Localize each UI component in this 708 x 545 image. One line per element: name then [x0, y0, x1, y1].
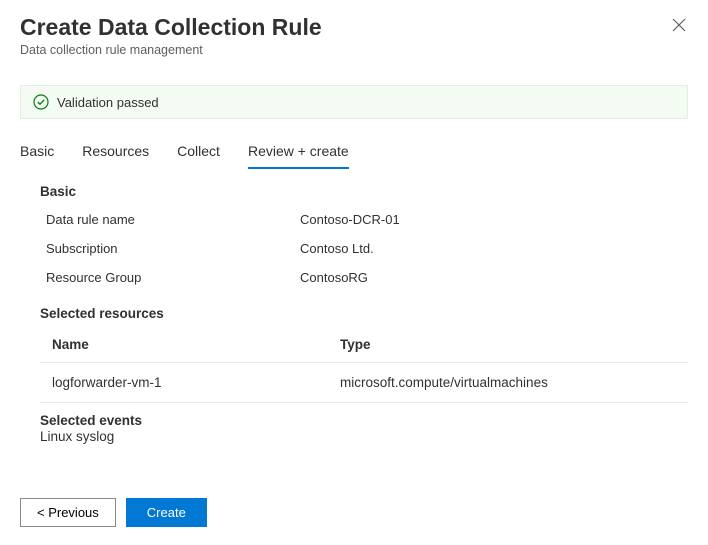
- tab-resources[interactable]: Resources: [82, 137, 149, 168]
- tab-collect[interactable]: Collect: [177, 137, 220, 168]
- col-header-type: Type: [340, 337, 688, 352]
- validation-banner: Validation passed: [20, 85, 688, 119]
- previous-button[interactable]: < Previous: [20, 498, 116, 527]
- selected-events-heading: Selected events: [40, 413, 688, 428]
- resource-type: microsoft.compute/virtualmachines: [340, 375, 688, 390]
- resource-group-label: Resource Group: [40, 270, 300, 285]
- tab-review-create[interactable]: Review + create: [248, 137, 349, 169]
- page-subtitle: Data collection rule management: [20, 43, 688, 57]
- tabs: Basic Resources Collect Review + create: [0, 119, 708, 168]
- create-button[interactable]: Create: [126, 498, 207, 527]
- page-title: Create Data Collection Rule: [20, 14, 688, 41]
- row-subscription: Subscription Contoso Ltd.: [40, 234, 688, 263]
- resources-table-header: Name Type: [40, 327, 688, 363]
- table-row: logforwarder-vm-1 microsoft.compute/virt…: [40, 363, 688, 403]
- basic-heading: Basic: [40, 184, 688, 199]
- resource-group-value: ContosoRG: [300, 270, 368, 285]
- resource-name: logforwarder-vm-1: [52, 375, 340, 390]
- close-button[interactable]: [672, 18, 686, 35]
- selected-events-value: Linux syslog: [40, 429, 688, 444]
- row-data-rule-name: Data rule name Contoso-DCR-01: [40, 205, 688, 234]
- check-circle-icon: [33, 94, 49, 110]
- tab-basic[interactable]: Basic: [20, 137, 54, 168]
- selected-resources-heading: Selected resources: [40, 306, 688, 321]
- validation-message: Validation passed: [57, 95, 159, 110]
- data-rule-name-label: Data rule name: [40, 212, 300, 227]
- col-header-name: Name: [52, 337, 340, 352]
- row-resource-group: Resource Group ContosoRG: [40, 263, 688, 292]
- subscription-label: Subscription: [40, 241, 300, 256]
- close-icon: [672, 20, 686, 35]
- data-rule-name-value: Contoso-DCR-01: [300, 212, 400, 227]
- subscription-value: Contoso Ltd.: [300, 241, 374, 256]
